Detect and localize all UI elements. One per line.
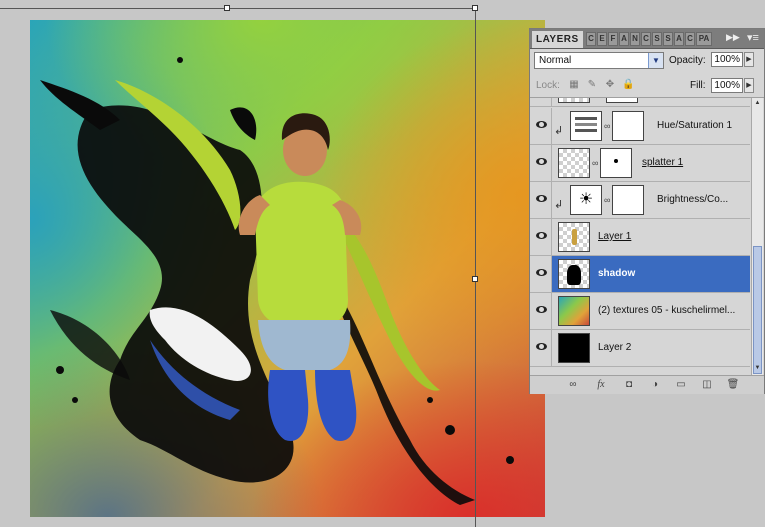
layer-thumbnail: [558, 98, 590, 103]
tab-collapsed-5[interactable]: N: [630, 32, 640, 46]
layer-list[interactable]: ↲ ∞ Hue/Saturation 1 ∞ splatter 1 ↲ ☀ ∞ …: [530, 98, 750, 375]
lock-position-icon[interactable]: ✥: [604, 79, 616, 91]
new-layer-icon[interactable]: ◫: [700, 379, 714, 391]
eye-icon[interactable]: [536, 158, 547, 165]
layer-mask-thumbnail: [612, 185, 644, 215]
add-mask-icon[interactable]: ◘: [622, 379, 636, 391]
clipping-arrow-icon: ↲: [554, 199, 564, 211]
layer-row-layer-1[interactable]: Layer 1: [530, 219, 750, 256]
lock-row: Lock: ▦ ✎ ✥ 🔒 Fill: 100% ▶: [530, 75, 764, 98]
blend-mode-select[interactable]: Normal ▼: [534, 52, 664, 69]
eye-cell[interactable]: [530, 219, 552, 255]
artwork-canvas[interactable]: [30, 20, 545, 517]
tab-collapsed-9[interactable]: A: [674, 32, 684, 46]
layer-thumbnail: [558, 296, 590, 326]
layer-row-textures[interactable]: (2) textures 05 - kuschelirmel...: [530, 293, 750, 330]
blend-mode-value: Normal: [539, 55, 572, 66]
layer-row-splatter[interactable]: ∞ splatter 1: [530, 145, 750, 182]
tab-collapsed-11[interactable]: PA: [696, 32, 712, 46]
lock-image-icon[interactable]: ✎: [586, 79, 598, 91]
transform-handle-top-right[interactable]: [472, 5, 478, 11]
panel-menu-icon[interactable]: ▾≡: [744, 31, 762, 46]
eye-icon[interactable]: [536, 232, 547, 239]
layer-name[interactable]: Hue/Saturation 1: [657, 120, 732, 131]
tab-collapsed-2[interactable]: E: [597, 32, 607, 46]
clipping-arrow-icon: ↲: [554, 125, 564, 137]
opacity-label: Opacity:: [669, 55, 706, 66]
brightness-contrast-icon: ☀: [570, 185, 602, 215]
layers-panel: LAYERS C E F A N C S S A C PA ▶▶ ▾≡ Norm…: [529, 28, 765, 394]
layer-name[interactable]: Layer 1: [598, 231, 631, 242]
trash-icon[interactable]: 🗑: [726, 379, 740, 391]
scroll-down-icon[interactable]: ▼: [753, 364, 762, 373]
layer-thumbnail: [558, 259, 590, 289]
eye-cell[interactable]: [530, 182, 552, 218]
tab-collapsed-10[interactable]: C: [685, 32, 695, 46]
link-icon[interactable]: ∞: [604, 120, 610, 132]
eye-icon[interactable]: [536, 121, 547, 128]
eye-icon[interactable]: [536, 269, 547, 276]
transform-handle-middle-right[interactable]: [472, 276, 478, 282]
eye-cell[interactable]: [530, 145, 552, 181]
fx-icon[interactable]: fx: [594, 379, 608, 391]
tab-collapsed-4[interactable]: A: [619, 32, 629, 46]
eye-cell[interactable]: [530, 256, 552, 292]
transform-guide-top: [0, 8, 476, 9]
link-layers-icon[interactable]: ∞: [566, 379, 580, 391]
eye-icon[interactable]: [536, 306, 547, 313]
adjustment-layer-icon[interactable]: ◑: [648, 379, 662, 391]
panel-footer: ∞ fx ◘ ◑ ▭ ◫ 🗑: [530, 375, 764, 394]
layer-mask-thumbnail: [606, 98, 638, 103]
chevron-down-icon[interactable]: ▼: [648, 53, 663, 68]
link-icon[interactable]: ∞: [592, 157, 598, 169]
tab-collapsed-7[interactable]: S: [652, 32, 662, 46]
tab-collapsed-8[interactable]: S: [663, 32, 673, 46]
lock-label: Lock:: [536, 80, 560, 91]
lock-transparent-icon[interactable]: ▦: [568, 79, 580, 91]
panel-tab-bar: LAYERS C E F A N C S S A C PA ▶▶ ▾≡: [530, 29, 764, 49]
tab-layers[interactable]: LAYERS: [532, 31, 583, 48]
scroll-up-icon[interactable]: ▲: [753, 99, 762, 108]
layer-row-partial[interactable]: [530, 98, 750, 107]
transform-handle-top-center[interactable]: [224, 5, 230, 11]
eye-cell[interactable]: [530, 108, 552, 144]
layer-name[interactable]: splatter 1: [642, 157, 683, 168]
tab-collapsed-1[interactable]: C: [586, 32, 596, 46]
eye-icon[interactable]: [536, 343, 547, 350]
fill-field[interactable]: 100%: [711, 78, 743, 93]
layer-name[interactable]: shadow: [598, 268, 635, 279]
layer-row-hue-saturation[interactable]: ↲ ∞ Hue/Saturation 1: [530, 108, 750, 145]
transform-guide-right: [475, 8, 476, 527]
opacity-field[interactable]: 100%: [711, 52, 743, 67]
layer-row-shadow[interactable]: shadow: [530, 256, 750, 293]
opacity-slider-arrow-icon[interactable]: ▶: [744, 52, 754, 67]
layer-mask-thumbnail: [600, 148, 632, 178]
lock-all-icon[interactable]: 🔒: [622, 79, 634, 91]
expand-panels-icon[interactable]: ▶▶: [726, 32, 740, 43]
layer-name[interactable]: Layer 2: [598, 342, 631, 353]
layer-name[interactable]: (2) textures 05 - kuschelirmel...: [598, 305, 735, 316]
blend-row: Normal ▼ Opacity: 100% ▶: [530, 49, 764, 73]
layer-thumbnail: [558, 148, 590, 178]
link-icon[interactable]: ∞: [604, 194, 610, 206]
layer-row-layer-2[interactable]: Layer 2: [530, 330, 750, 367]
eye-cell[interactable]: [530, 98, 552, 106]
fill-label: Fill:: [690, 80, 706, 91]
fill-slider-arrow-icon[interactable]: ▶: [744, 78, 754, 93]
tab-collapsed-6[interactable]: C: [641, 32, 651, 46]
eye-cell[interactable]: [530, 330, 552, 366]
layer-thumbnail: [558, 222, 590, 252]
tab-collapsed-3[interactable]: F: [608, 32, 618, 46]
layer-name[interactable]: Brightness/Co...: [657, 194, 728, 205]
scrollbar-thumb[interactable]: [753, 246, 762, 374]
layer-list-scrollbar[interactable]: ▲ ▼: [751, 98, 763, 375]
layer-mask-thumbnail: [612, 111, 644, 141]
artwork-illustration: [40, 57, 514, 505]
new-group-folder-icon[interactable]: ▭: [674, 379, 688, 391]
hue-saturation-icon: [570, 111, 602, 141]
eye-cell[interactable]: [530, 293, 552, 329]
eye-icon[interactable]: [536, 195, 547, 202]
layer-thumbnail: [558, 333, 590, 363]
layer-row-brightness-contrast[interactable]: ↲ ☀ ∞ Brightness/Co...: [530, 182, 750, 219]
